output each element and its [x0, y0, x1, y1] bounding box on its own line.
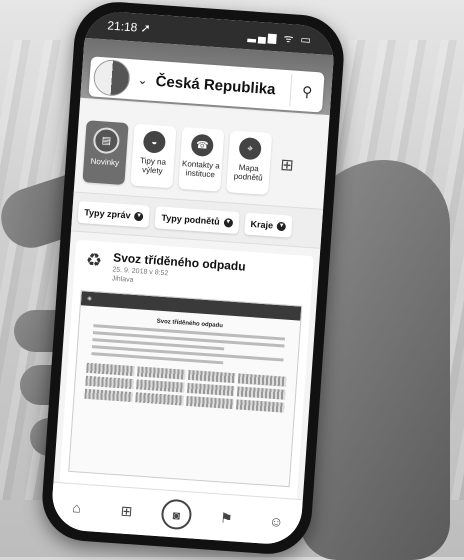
search-icon[interactable]: ⚲ — [289, 74, 325, 109]
doc-cell — [84, 388, 133, 403]
region-name: Česká Republika — [155, 72, 277, 98]
tile-label: Kontakty a instituce — [181, 158, 221, 180]
tile-contacts[interactable]: ☎ Kontakty a instituce — [178, 126, 225, 192]
doc-cell — [135, 379, 185, 393]
news-attachment-image[interactable]: ◉ Svoz tříděného odpadu — [68, 290, 303, 488]
profile-icon[interactable]: ☺ — [261, 512, 292, 530]
phone-screen: 21:18 ➚ ▂▄▆ ᯤ ▭ ⌄ Česká Republika ⚲ ▤ No… — [50, 9, 336, 547]
doc-cell — [86, 362, 135, 377]
news-card[interactable]: ♻ Svoz tříděného odpadu 25. 9. 2018 v 8:… — [58, 239, 314, 516]
notifications-icon[interactable]: ⚑ — [211, 508, 242, 527]
doc-cell — [134, 392, 184, 406]
phone-device: 21:18 ➚ ▂▄▆ ᯤ ▭ ⌄ Česká Republika ⚲ ▤ No… — [39, 0, 347, 557]
backpack-icon: ◒ — [142, 130, 167, 154]
filter-report-types[interactable]: Typy podnětů ▼ — [154, 206, 240, 235]
chevron-down-icon: ▼ — [223, 217, 233, 228]
home-icon[interactable]: ⌂ — [61, 498, 92, 516]
doc-cell — [186, 382, 235, 397]
camera-icon[interactable]: ◙ — [160, 498, 193, 531]
filter-label: Typy zpráv — [83, 207, 131, 221]
doc-cell — [185, 395, 234, 410]
tile-map[interactable]: ⌖ Mapa podnětů — [226, 130, 273, 196]
tile-news[interactable]: ▤ Novinky — [82, 120, 129, 185]
doc-schedule-table — [84, 362, 287, 413]
chevron-down-icon: ▼ — [134, 211, 144, 221]
region-crest-icon — [92, 58, 131, 98]
doc-logo-icon: ◉ — [87, 295, 92, 302]
chevron-down-icon[interactable]: ⌄ — [137, 73, 148, 88]
chevron-down-icon: ▼ — [276, 221, 287, 231]
status-time: 21:18 ➚ — [106, 18, 152, 36]
doc-cell — [187, 369, 236, 384]
tile-label: Mapa podnětů — [233, 162, 263, 183]
map-pin-icon: ⌖ — [238, 136, 262, 161]
status-icons: ▂▄▆ ᯤ ▭ — [247, 29, 314, 47]
filter-label: Typy podnětů — [161, 212, 221, 227]
news-icon: ▤ — [92, 126, 121, 155]
doc-cell — [85, 375, 134, 390]
recycle-bin-icon: ♻ — [85, 249, 103, 271]
news-card-header: ♻ Svoz tříděného odpadu 25. 9. 2018 v 8:… — [82, 248, 306, 295]
doc-cell — [136, 366, 186, 380]
filter-regions[interactable]: Kraje ▼ — [243, 212, 293, 238]
phone-icon: ☎ — [190, 133, 215, 158]
tile-trip-tips[interactable]: ◒ Tipy na výlety — [130, 123, 177, 189]
filter-label: Kraje — [250, 218, 274, 231]
tile-label: Tipy na výlety — [139, 156, 167, 176]
doc-cell — [238, 373, 287, 387]
category-tiles: ▤ Novinky ◒ Tipy na výlety ☎ Kontakty a … — [74, 98, 330, 209]
tile-label: Novinky — [90, 156, 120, 168]
doc-cell — [237, 386, 286, 400]
doc-cell — [236, 399, 285, 413]
filter-message-types[interactable]: Typy zpráv ▼ — [77, 200, 151, 228]
grid-icon[interactable]: ⊞ — [111, 501, 142, 520]
more-grid-icon[interactable]: ⊞ — [274, 134, 300, 197]
